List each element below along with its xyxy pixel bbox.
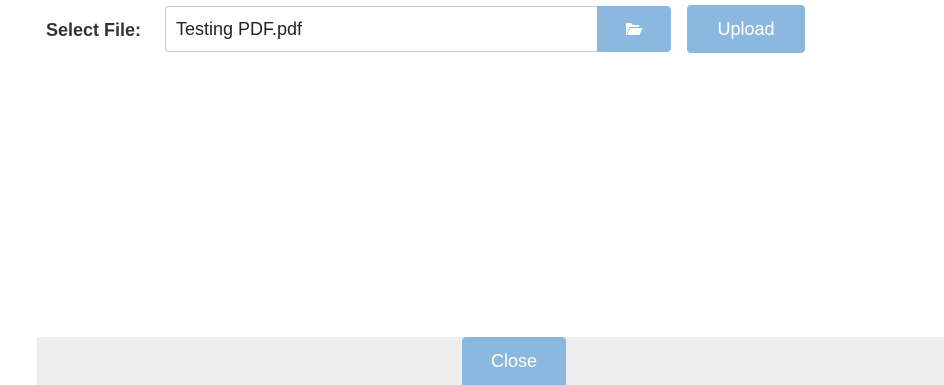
browse-button[interactable] <box>597 6 671 52</box>
file-name-field[interactable] <box>165 6 597 52</box>
upload-button[interactable]: Upload <box>687 5 805 53</box>
select-file-label: Select File: <box>46 20 142 40</box>
folder-open-icon <box>625 22 643 36</box>
dialog-footer: Close <box>37 337 944 385</box>
upload-dialog: Select File: Upload Close <box>0 0 944 385</box>
close-button[interactable]: Close <box>462 337 566 385</box>
file-select-row: Select File: Upload <box>0 5 944 53</box>
